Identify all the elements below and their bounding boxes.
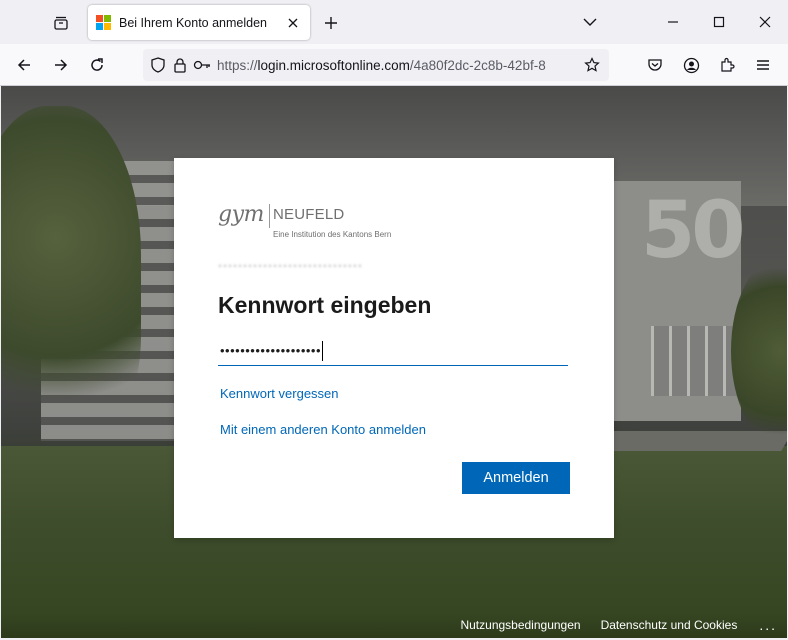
account-identifier: ····························· xyxy=(218,258,363,272)
url-bar[interactable]: https://login.microsoftonline.com/4a80f2… xyxy=(143,49,609,81)
back-icon[interactable] xyxy=(10,51,38,79)
more-options-icon[interactable]: ... xyxy=(759,617,777,633)
close-window-icon[interactable] xyxy=(742,0,788,44)
key-icon[interactable] xyxy=(191,54,213,76)
minimize-icon[interactable] xyxy=(650,0,696,44)
password-value: •••••••••••••••••••• xyxy=(220,343,322,358)
page-footer: Nutzungsbedingungen Datenschutz und Cook… xyxy=(1,612,787,638)
tab-title: Bei Ihrem Konto anmelden xyxy=(119,15,268,30)
signin-card: gym NEUFELD Eine Institution des Kantons… xyxy=(174,158,614,538)
url-text[interactable]: https://login.microsoftonline.com/4a80f2… xyxy=(217,58,562,73)
terms-link[interactable]: Nutzungsbedingungen xyxy=(460,618,580,632)
tab-list-icon[interactable] xyxy=(44,8,78,38)
tab-active[interactable]: Bei Ihrem Konto anmelden xyxy=(88,5,310,40)
page-title: Kennwort eingeben xyxy=(218,292,432,318)
account-icon[interactable] xyxy=(677,51,705,79)
extensions-icon[interactable] xyxy=(713,51,741,79)
logo-gym-text: gym xyxy=(218,202,264,227)
close-tab-icon[interactable] xyxy=(284,14,302,32)
nav-bar: https://login.microsoftonline.com/4a80f2… xyxy=(0,44,788,86)
reload-icon[interactable] xyxy=(83,51,111,79)
logo-subtitle: Eine Institution des Kantons Bern xyxy=(273,230,392,239)
url-host: login.microsoftonline.com xyxy=(257,57,410,73)
forgot-password-link[interactable]: Kennwort vergessen xyxy=(220,386,339,401)
new-tab-icon[interactable] xyxy=(318,10,344,36)
page-viewport: 50 gym NEUFELD Eine Institution des Kant… xyxy=(1,86,787,638)
privacy-link[interactable]: Datenschutz und Cookies xyxy=(601,618,738,632)
microsoft-logo-icon xyxy=(96,15,111,30)
text-caret xyxy=(322,340,324,361)
shield-icon[interactable] xyxy=(147,54,169,76)
url-path: /4a80f2dc-2c8b-42bf-8 xyxy=(409,57,546,73)
tab-strip: Bei Ihrem Konto anmelden xyxy=(0,0,788,44)
maximize-icon[interactable] xyxy=(696,0,742,44)
logo-neufeld-text: NEUFELD xyxy=(273,206,345,223)
list-all-tabs-icon[interactable] xyxy=(578,10,602,34)
pocket-icon[interactable] xyxy=(641,51,669,79)
other-account-link[interactable]: Mit einem anderen Konto anmelden xyxy=(220,422,426,437)
signin-button[interactable]: Anmelden xyxy=(462,462,570,494)
lock-icon[interactable] xyxy=(169,54,191,76)
menu-icon[interactable] xyxy=(749,51,777,79)
forward-icon[interactable] xyxy=(47,51,75,79)
bookmark-star-icon[interactable] xyxy=(581,54,603,76)
url-scheme: https:// xyxy=(217,57,258,73)
password-field[interactable]: •••••••••••••••••••• xyxy=(218,336,568,366)
